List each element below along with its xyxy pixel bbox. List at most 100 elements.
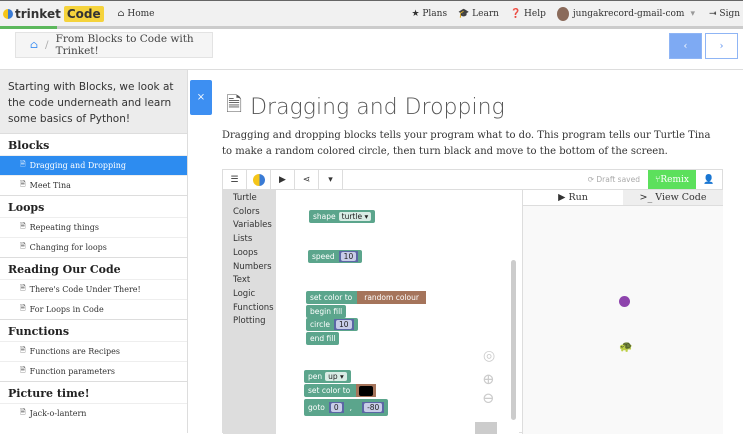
zoom-out-icon[interactable]: ⊖ <box>482 389 495 407</box>
nav-help[interactable]: ❓ Help <box>510 9 546 19</box>
recenter-icon[interactable]: ◎ <box>483 348 495 364</box>
blocks-workspace[interactable]: shape turtle ▾ speed 10 set color to random… <box>276 190 519 434</box>
document-icon: 🗎 <box>20 180 26 188</box>
remix-button[interactable]: ⑂ Remix <box>648 170 696 189</box>
block-category[interactable]: Text <box>233 274 276 288</box>
nav-help-label: Help <box>524 8 546 19</box>
star-icon: ★ <box>411 8 423 19</box>
user-icon[interactable]: 👤 <box>696 175 722 185</box>
dropdown-value: turtle <box>341 212 363 221</box>
block-category[interactable]: Numbers <box>233 261 276 275</box>
shape-dropdown[interactable]: turtle ▾ <box>338 212 372 221</box>
speed-block[interactable]: speed 10 <box>308 250 363 263</box>
page-title-text: Dragging and Dropping <box>250 94 505 120</box>
document-icon: 🗎 <box>20 160 26 168</box>
block-category[interactable]: Variables <box>233 219 276 233</box>
next-button[interactable]: › <box>705 33 738 59</box>
sidebar-lesson-item[interactable]: 🗎 Repeating things <box>0 217 187 237</box>
block-label: pen <box>308 372 323 381</box>
tab-view-code[interactable]: >_ View Code <box>623 190 723 206</box>
random-colour-block[interactable]: random colour <box>357 291 426 304</box>
block-category[interactable]: Functions <box>233 302 276 316</box>
run-icon[interactable]: ▶ <box>271 170 295 189</box>
lesson-label: Changing for loops <box>29 243 107 252</box>
lesson-label: Repeating things <box>29 223 99 232</box>
goto-block[interactable]: goto 0, -80 <box>304 399 389 416</box>
sidebar-lesson-item[interactable]: 🗎 Changing for loops <box>0 237 187 257</box>
color-picker[interactable] <box>356 384 377 397</box>
trinket-logo[interactable]: trinket Code <box>3 5 104 22</box>
sidebar-lesson-item[interactable]: 🗎 Dragging and Dropping <box>0 155 187 175</box>
block-category[interactable]: Lists <box>233 233 276 247</box>
sidebar-lesson-item[interactable]: 🗎 Function parameters <box>0 361 187 381</box>
set-color-block[interactable]: set color to random colour <box>306 291 426 304</box>
menu-icon[interactable]: ☰ <box>223 170 247 189</box>
nav-signout-label: Sign Out <box>719 8 743 19</box>
block-category[interactable]: Logic <box>233 288 276 302</box>
close-sidebar-button[interactable]: × <box>190 80 212 115</box>
number-value: -80 <box>364 403 383 412</box>
user-menu[interactable]: jungakrecord-gmail-com ▾ <box>556 6 695 21</box>
workspace-scrollbar[interactable] <box>511 260 516 420</box>
block-category[interactable]: Plotting <box>233 315 276 329</box>
breadcrumb: ⌂ / From Blocks to Code with Trinket! <box>15 32 213 58</box>
share-icon[interactable]: ⋖ <box>295 170 319 189</box>
block-categories: Turtle Colors Variables Lists Loops Numbers Te… <box>223 190 276 434</box>
lesson-label: Jack-o-lantern <box>29 409 87 418</box>
user-name: jungakrecord-gmail-com <box>572 8 685 19</box>
prev-button[interactable]: ‹ <box>669 33 702 59</box>
dropdown-value: up <box>328 372 338 381</box>
sidebar-lesson-item[interactable]: 🗎 Meet Tina <box>0 175 187 195</box>
sidebar-section-title: Reading Our Code <box>0 257 187 279</box>
y-input[interactable]: -80 <box>362 402 385 413</box>
document-icon: 🗎 <box>20 222 26 230</box>
number-input[interactable]: 10 <box>333 319 354 330</box>
turtle-icon: 🐢 <box>619 340 633 353</box>
drawn-circle <box>619 296 630 307</box>
pen-dropdown[interactable]: up ▾ <box>325 372 347 381</box>
sidebar-section-title: Picture time! <box>0 381 187 403</box>
number-input[interactable]: 10 <box>338 251 359 262</box>
set-color-black-block[interactable]: set color to <box>304 384 377 397</box>
lesson-label: Function parameters <box>29 367 115 376</box>
block-category[interactable]: Loops <box>233 247 276 261</box>
begin-fill-block[interactable]: begin fill <box>306 305 347 318</box>
graduation-cap-icon: 🎓 <box>458 8 473 19</box>
document-icon: 🗎 <box>20 366 26 374</box>
block-label: set color to <box>310 293 353 302</box>
trinket-logo-icon[interactable] <box>247 170 271 189</box>
block-label: set color to <box>308 386 351 395</box>
course-progress-bar <box>0 26 743 29</box>
course-intro: Starting with Blocks, we look at the cod… <box>0 70 187 133</box>
block-category[interactable]: Turtle <box>233 192 276 206</box>
nav-plans[interactable]: ★ Plans <box>411 9 447 19</box>
breadcrumb-title[interactable]: From Blocks to Code with Trinket! <box>56 33 212 57</box>
trash-icon[interactable] <box>475 422 497 434</box>
circle-block[interactable]: circle 10 <box>306 318 358 331</box>
nav-signout[interactable]: ⇥ Sign Out <box>709 9 743 19</box>
document-icon: 🗎 <box>20 284 26 292</box>
end-fill-block[interactable]: end fill <box>306 332 340 345</box>
shape-block[interactable]: shape turtle ▾ <box>309 210 376 223</box>
nav-learn[interactable]: 🎓 Learn <box>458 9 499 19</box>
sign-out-icon: ⇥ <box>709 8 720 19</box>
x-input[interactable]: 0 <box>328 402 344 413</box>
nav-home[interactable]: ⌂ Home <box>118 9 155 19</box>
breadcrumb-separator: / <box>45 39 49 51</box>
tab-run[interactable]: ▶ Run <box>523 190 623 206</box>
sidebar-lesson-item[interactable]: 🗎 Jack-o-lantern <box>0 403 187 423</box>
zoom-in-icon[interactable]: ⊕ <box>482 370 495 388</box>
pen-block[interactable]: pen up ▾ <box>304 370 351 383</box>
block-label: goto <box>308 403 325 412</box>
lesson-label: There's Code Under There! <box>29 285 141 294</box>
caret-down-icon[interactable]: ▾ <box>319 170 343 189</box>
sidebar-lesson-item[interactable]: 🗎 There's Code Under There! <box>0 279 187 299</box>
lesson-label: Meet Tina <box>29 181 71 190</box>
editor-toolbar: ☰ ▶ ⋖ ▾ ⟳ Draft saved ⑂ Remix 👤 <box>223 170 722 190</box>
lesson-label: For Loops in Code <box>29 305 104 314</box>
block-label: shape <box>313 212 336 221</box>
home-icon[interactable]: ⌂ <box>30 39 38 51</box>
sidebar-lesson-item[interactable]: 🗎 For Loops in Code <box>0 299 187 319</box>
sidebar-lesson-item[interactable]: 🗎 Functions are Recipes <box>0 341 187 361</box>
block-category[interactable]: Colors <box>233 206 276 220</box>
